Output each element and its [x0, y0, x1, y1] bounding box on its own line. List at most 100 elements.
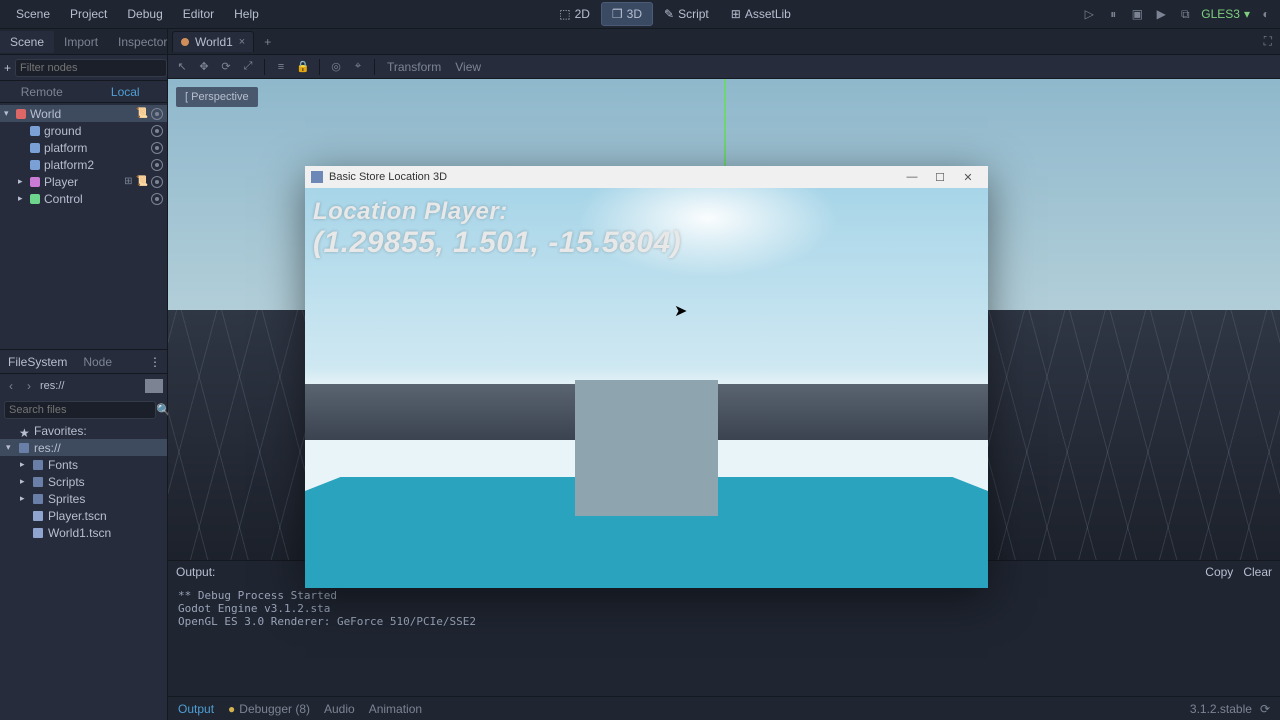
add-node-icon[interactable]: +	[4, 61, 11, 75]
mode-script[interactable]: ✎Script	[653, 2, 720, 26]
scene-node-world[interactable]: ▾World📜	[0, 105, 167, 122]
version-label: 3.1.2.stable	[1190, 702, 1252, 716]
bottom-tab-debugger[interactable]: Debugger (8)	[228, 702, 310, 716]
output-title: Output:	[176, 565, 215, 579]
scale-tool-icon[interactable]: ⤢	[238, 58, 258, 76]
game-window-title: Basic Store Location 3D	[329, 171, 447, 183]
settings-icon[interactable]: ◐	[1258, 6, 1274, 22]
mode-assetlib[interactable]: ⊞AssetLib	[720, 2, 802, 26]
script-icon[interactable]: 📜	[136, 108, 148, 119]
close-tab-icon[interactable]: ×	[239, 36, 245, 48]
play-custom-icon[interactable]: ⧉	[1177, 6, 1193, 22]
bottom-tab-output[interactable]: Output	[178, 702, 214, 716]
game-viewport[interactable]: Location Player: (1.29855, 1.501, -15.58…	[305, 188, 988, 588]
perspective-badge[interactable]: [ Perspective	[176, 87, 258, 107]
visibility-icon[interactable]	[151, 108, 163, 120]
renderer-label[interactable]: GLES3▾	[1201, 7, 1250, 21]
menu-scene[interactable]: Scene	[6, 3, 60, 25]
instance-icon[interactable]: ⊞	[124, 176, 132, 187]
game-window[interactable]: Basic Store Location 3D — ☐ ✕ Location P…	[305, 166, 988, 588]
fs-back-icon[interactable]: ‹	[4, 379, 18, 393]
local-tab[interactable]: Local	[84, 81, 168, 102]
scene-tab-label: World1	[195, 35, 233, 49]
play-scene-icon[interactable]: ▶	[1153, 6, 1169, 22]
play-project-icon[interactable]: ▷	[1081, 6, 1097, 22]
stop-icon[interactable]: ▣	[1129, 6, 1145, 22]
update-spinner-icon[interactable]: ⟳	[1260, 702, 1270, 716]
menu-help[interactable]: Help	[224, 3, 269, 25]
snap-icon[interactable]: ⌖	[348, 58, 368, 76]
fs-item-world1-tscn[interactable]: World1.tscn	[0, 524, 167, 541]
tab-filesystem[interactable]: FileSystem	[0, 351, 75, 373]
maximize-icon[interactable]: ☐	[926, 171, 954, 184]
select-tool-icon[interactable]: ↖	[172, 58, 192, 76]
fs-item-fonts[interactable]: ▸Fonts	[0, 456, 167, 473]
fs-view-toggle-icon[interactable]	[145, 379, 163, 393]
fs-dock-menu-icon[interactable]: ⋮	[143, 355, 167, 369]
scene-tab-world1[interactable]: World1 ×	[172, 31, 254, 52]
view-menu[interactable]: View	[449, 60, 487, 74]
scene-node-platform[interactable]: platform	[0, 139, 167, 156]
tab-scene[interactable]: Scene	[0, 31, 54, 53]
tab-inspector[interactable]: Inspector	[108, 31, 177, 53]
mode-3d[interactable]: ❒3D	[601, 2, 653, 26]
filesystem-panel: FileSystem Node ⋮ ‹ › res:// 🔍 ★Favorite…	[0, 349, 167, 720]
mouse-cursor-icon: ➤	[674, 301, 687, 321]
local-space-icon[interactable]: ◎	[326, 58, 346, 76]
output-clear-button[interactable]: Clear	[1243, 565, 1272, 579]
remote-tab[interactable]: Remote	[0, 81, 84, 102]
output-copy-button[interactable]: Copy	[1205, 565, 1233, 579]
scene-node-platform2[interactable]: platform2	[0, 156, 167, 173]
minimize-icon[interactable]: —	[898, 171, 926, 183]
scene-dock-tabs: Scene Import Inspector ⋮	[0, 29, 167, 55]
visibility-icon[interactable]	[151, 142, 163, 154]
fs-item-player-tscn[interactable]: Player.tscn	[0, 507, 167, 524]
fs-item-sprites[interactable]: ▸Sprites	[0, 490, 167, 507]
game-window-titlebar[interactable]: Basic Store Location 3D — ☐ ✕	[305, 166, 988, 188]
filesystem-list[interactable]: ★Favorites:▾res://▸Fonts▸Scripts▸Sprites…	[0, 422, 167, 720]
new-scene-icon[interactable]: +	[254, 35, 281, 49]
visibility-icon[interactable]	[151, 193, 163, 205]
fs-item-favorites-[interactable]: ★Favorites:	[0, 422, 167, 439]
visibility-icon[interactable]	[151, 159, 163, 171]
bottom-tab-audio[interactable]: Audio	[324, 702, 355, 716]
game-overlay-text: Location Player: (1.29855, 1.501, -15.58…	[313, 198, 681, 260]
scene-node-control[interactable]: ▸Control	[0, 190, 167, 207]
pause-icon[interactable]: ⏸	[1105, 6, 1121, 22]
fs-item-res-[interactable]: ▾res://	[0, 439, 167, 456]
lock-icon[interactable]: 🔒	[293, 58, 313, 76]
script-icon[interactable]: 📜	[136, 176, 148, 187]
tab-node[interactable]: Node	[75, 351, 120, 373]
tab-import[interactable]: Import	[54, 31, 108, 53]
visibility-icon[interactable]	[151, 176, 163, 188]
scene-node-ground[interactable]: ground	[0, 122, 167, 139]
close-icon[interactable]: ✕	[954, 171, 982, 184]
menu-project[interactable]: Project	[60, 3, 117, 25]
scene-tree[interactable]: ▾World📜groundplatformplatform2▸Player⊞📜▸…	[0, 103, 167, 209]
fs-item-scripts[interactable]: ▸Scripts	[0, 473, 167, 490]
menu-bar: Scene Project Debug Editor Help ⬚2D ❒3D …	[0, 0, 1280, 29]
fs-search-input[interactable]	[4, 401, 156, 419]
visibility-icon[interactable]	[151, 125, 163, 137]
menu-editor[interactable]: Editor	[173, 3, 224, 25]
distraction-free-icon[interactable]: ⛶	[1256, 34, 1280, 49]
game-window-icon	[311, 171, 323, 183]
filter-nodes-input[interactable]	[15, 59, 167, 77]
scene-node-player[interactable]: ▸Player⊞📜	[0, 173, 167, 190]
rotate-tool-icon[interactable]: ⟳	[216, 58, 236, 76]
fs-path-label: res://	[40, 380, 141, 392]
move-tool-icon[interactable]: ✥	[194, 58, 214, 76]
menu-debug[interactable]: Debug	[117, 3, 172, 25]
overlay-coords: (1.29855, 1.501, -15.5804)	[313, 226, 681, 261]
game-platform	[575, 380, 718, 516]
overlay-label: Location Player:	[313, 198, 681, 226]
transform-menu[interactable]: Transform	[381, 60, 447, 74]
fs-fwd-icon[interactable]: ›	[22, 379, 36, 393]
snap-list-icon[interactable]: ≡	[271, 58, 291, 76]
mode-2d[interactable]: ⬚2D	[548, 2, 601, 26]
bottom-tab-animation[interactable]: Animation	[369, 702, 422, 716]
open-scenes-bar: World1 × + ⛶	[168, 29, 1280, 55]
scene-modified-icon	[181, 38, 189, 46]
left-dock: Scene Import Inspector ⋮ + 🔍 ✦ Remote Lo…	[0, 29, 168, 720]
output-log[interactable]: ** Debug Process Started Godot Engine v3…	[168, 583, 1280, 696]
